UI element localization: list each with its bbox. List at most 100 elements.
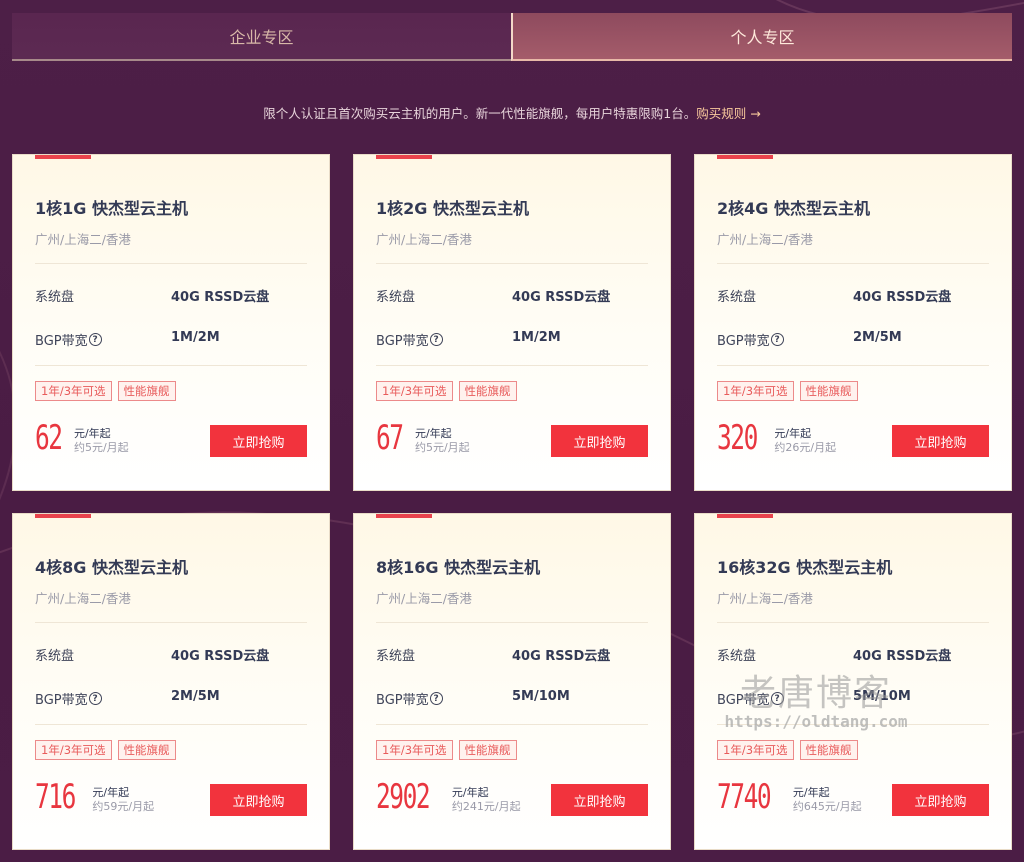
zone-tabs: 企业专区 个人专区 [12, 13, 1012, 61]
bandwidth-label: BGP带宽? [35, 330, 102, 349]
product-title: 8核16G 快杰型云主机 [376, 558, 541, 577]
bandwidth-label-text: BGP带宽 [376, 693, 429, 708]
buy-now-button[interactable]: 立即抢购 [551, 784, 648, 816]
buy-now-button[interactable]: 立即抢购 [210, 784, 307, 816]
price-units: 元/年起 约645元/月起 [793, 786, 862, 814]
disk-value: 40G RSSD云盘 [512, 649, 611, 664]
product-region: 广州/上海二/香港 [35, 591, 131, 606]
question-circle-icon[interactable]: ? [429, 692, 443, 705]
buy-now-button[interactable]: 立即抢购 [892, 425, 989, 457]
bandwidth-label-text: BGP带宽 [717, 334, 770, 349]
divider [717, 622, 989, 623]
divider [717, 724, 989, 725]
price-unit: 元/年起 [73, 427, 111, 440]
product-title: 4核8G 快杰型云主机 [35, 558, 188, 577]
price-value: 2902 [376, 777, 431, 817]
card-accent-bar [35, 514, 91, 518]
performance-tag: 性能旗舰 [117, 740, 176, 760]
product-region: 广州/上海二/香港 [376, 591, 472, 606]
price-value: 7740 [717, 777, 772, 817]
card-accent-bar [376, 155, 432, 159]
product-region: 广州/上海二/香港 [717, 232, 813, 247]
bandwidth-label: BGP带宽? [717, 689, 784, 708]
disk-label: 系统盘 [35, 649, 75, 664]
buy-now-button[interactable]: 立即抢购 [210, 425, 307, 457]
bandwidth-label: BGP带宽? [35, 689, 102, 708]
performance-tag: 性能旗舰 [117, 381, 176, 401]
price-units: 元/年起 约5元/月起 [74, 427, 129, 455]
monthly-price: 约5元/月起 [73, 441, 129, 454]
tag-list: 1年/3年可选 性能旗舰 [35, 381, 176, 401]
price-value: 67 [376, 418, 404, 458]
price-unit: 元/年起 [451, 786, 489, 799]
term-tag: 1年/3年可选 [35, 381, 112, 401]
disk-label: 系统盘 [376, 649, 416, 664]
product-title: 2核4G 快杰型云主机 [717, 199, 870, 218]
price-block: 2902 元/年起 约241元/月起 [376, 780, 521, 814]
question-circle-icon[interactable]: ? [88, 692, 102, 705]
tag-list: 1年/3年可选 性能旗舰 [717, 740, 858, 760]
price-units: 元/年起 约5元/月起 [415, 427, 470, 455]
term-tag: 1年/3年可选 [376, 740, 453, 760]
price-value: 320 [717, 418, 758, 458]
tab-label: 企业专区 [229, 28, 294, 47]
card-accent-bar [35, 155, 91, 159]
bandwidth-value: 1M/2M [171, 330, 220, 345]
product-title: 16核32G 快杰型云主机 [717, 558, 893, 577]
product-title: 1核2G 快杰型云主机 [376, 199, 529, 218]
bandwidth-value: 2M/5M [853, 330, 902, 345]
disk-value: 40G RSSD云盘 [853, 290, 952, 305]
product-region: 广州/上海二/香港 [35, 232, 131, 247]
bandwidth-label-text: BGP带宽 [717, 693, 770, 708]
price-unit: 元/年起 [92, 786, 130, 799]
divider [717, 365, 989, 366]
bandwidth-label-text: BGP带宽 [35, 693, 88, 708]
disk-label: 系统盘 [35, 290, 75, 305]
disk-value: 40G RSSD云盘 [853, 649, 952, 664]
price-value: 716 [35, 777, 76, 817]
monthly-price: 约59元/月起 [92, 800, 155, 813]
performance-tag: 性能旗舰 [799, 381, 858, 401]
performance-tag: 性能旗舰 [458, 740, 517, 760]
divider [717, 263, 989, 264]
product-card: 1核1G 快杰型云主机 广州/上海二/香港 系统盘 40G RSSD云盘 BGP… [12, 154, 330, 491]
divider [35, 365, 307, 366]
price-value: 62 [35, 418, 63, 458]
term-tag: 1年/3年可选 [376, 381, 453, 401]
disk-value: 40G RSSD云盘 [171, 290, 270, 305]
buy-now-button[interactable]: 立即抢购 [551, 425, 648, 457]
term-tag: 1年/3年可选 [35, 740, 112, 760]
tab-enterprise-zone[interactable]: 企业专区 [12, 13, 511, 61]
bandwidth-label: BGP带宽? [717, 330, 784, 349]
bandwidth-label-text: BGP带宽 [35, 334, 88, 349]
tab-label: 个人专区 [730, 28, 795, 47]
card-accent-bar [717, 514, 773, 518]
product-title: 1核1G 快杰型云主机 [35, 199, 188, 218]
monthly-price: 约645元/月起 [792, 800, 862, 813]
bandwidth-label-text: BGP带宽 [376, 334, 429, 349]
tab-personal-zone[interactable]: 个人专区 [511, 13, 1012, 61]
price-units: 元/年起 约26元/月起 [774, 427, 836, 455]
divider [35, 724, 307, 725]
product-card: 16核32G 快杰型云主机 广州/上海二/香港 系统盘 40G RSSD云盘 B… [694, 513, 1012, 850]
performance-tag: 性能旗舰 [799, 740, 858, 760]
promo-notice: 限个人认证且首次购买云主机的用户。新一代性能旗舰，每用户特惠限购1台。购买规则 … [0, 103, 1024, 122]
price-unit: 元/年起 [774, 427, 812, 440]
divider [376, 263, 648, 264]
question-circle-icon[interactable]: ? [770, 692, 784, 705]
monthly-price: 约241元/月起 [451, 800, 521, 813]
question-circle-icon[interactable]: ? [770, 333, 784, 346]
question-circle-icon[interactable]: ? [88, 333, 102, 346]
question-circle-icon[interactable]: ? [429, 333, 443, 346]
monthly-price: 约5元/月起 [414, 441, 470, 454]
divider [376, 365, 648, 366]
tag-list: 1年/3年可选 性能旗舰 [717, 381, 858, 401]
price-block: 7740 元/年起 约645元/月起 [717, 780, 862, 814]
price-units: 元/年起 约241元/月起 [452, 786, 521, 814]
buy-now-button[interactable]: 立即抢购 [892, 784, 989, 816]
price-block: 62 元/年起 约5元/月起 [35, 421, 129, 455]
product-region: 广州/上海二/香港 [717, 591, 813, 606]
performance-tag: 性能旗舰 [458, 381, 517, 401]
disk-label: 系统盘 [717, 649, 757, 664]
purchase-rules-link[interactable]: 购买规则 → [696, 106, 760, 121]
